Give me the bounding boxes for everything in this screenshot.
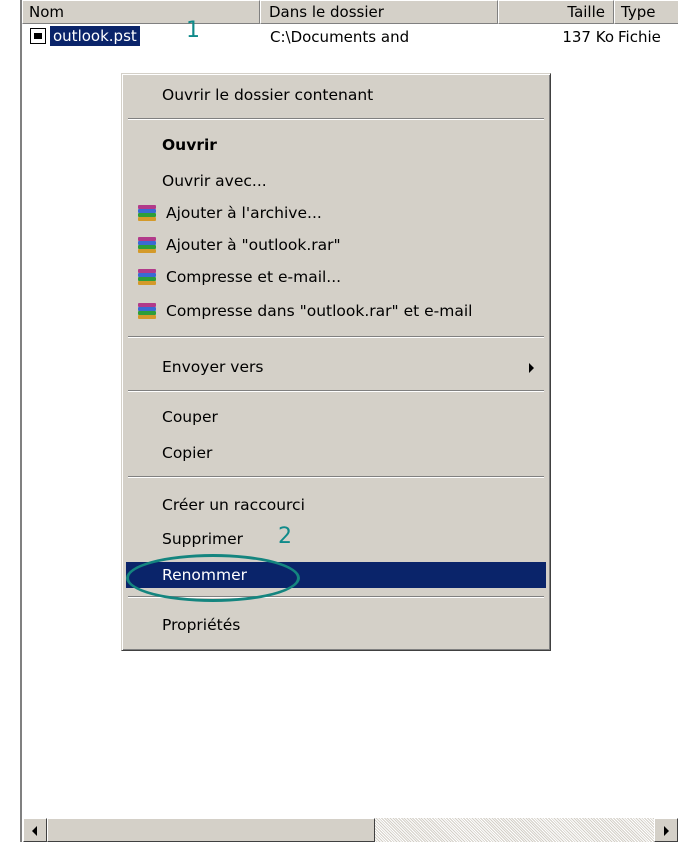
menu-item-copy[interactable]: Copier (126, 440, 546, 466)
scroll-right-button[interactable] (654, 818, 678, 842)
menu-item-label: Supprimer (162, 530, 244, 548)
explorer-window: Nom Dans le dossier Taille Type outlook.… (0, 0, 678, 842)
column-header-name[interactable]: Nom (22, 0, 260, 24)
winrar-icon (138, 205, 156, 221)
menu-item-add-archive[interactable]: Ajouter à l'archive... (126, 200, 546, 226)
scroll-left-icon (32, 826, 37, 836)
scroll-left-button[interactable] (23, 818, 47, 842)
annotation-marker-2: 2 (278, 524, 292, 549)
annotation-ellipse (126, 554, 300, 602)
file-icon (30, 28, 46, 44)
column-header-size[interactable]: Taille (498, 0, 614, 24)
menu-item-label: Propriétés (162, 616, 241, 634)
menu-item-label: Compresse et e-mail... (166, 268, 342, 286)
menu-item-label: Compresse dans "outlook.rar" et e-mail (166, 302, 473, 320)
column-header-folder[interactable]: Dans le dossier (260, 0, 498, 24)
file-name[interactable]: outlook.pst (49, 25, 141, 47)
menu-item-label: Ouvrir le dossier contenant (162, 86, 374, 104)
menu-item-send-to[interactable]: Envoyer vers (126, 354, 546, 380)
submenu-arrow-icon (529, 363, 534, 373)
menu-item-label: Copier (162, 444, 213, 462)
menu-separator (128, 390, 544, 392)
menu-item-open[interactable]: Ouvrir (126, 132, 546, 158)
scroll-right-icon (664, 826, 669, 836)
menu-item-add-rar[interactable]: Ajouter à "outlook.rar" (126, 232, 546, 258)
menu-item-open-folder[interactable]: Ouvrir le dossier contenant (126, 82, 546, 108)
menu-item-properties[interactable]: Propriétés (126, 612, 546, 638)
menu-item-label: Créer un raccourci (162, 496, 305, 514)
menu-item-open-with[interactable]: Ouvrir avec... (126, 168, 546, 194)
menu-item-label: Ouvrir avec... (162, 172, 267, 190)
menu-item-label: Ajouter à "outlook.rar" (166, 236, 341, 254)
annotation-marker-1: 1 (186, 18, 200, 43)
winrar-icon (138, 269, 156, 285)
winrar-icon (138, 303, 156, 319)
menu-separator (128, 118, 544, 120)
file-type: Fichie (618, 28, 661, 46)
column-header-type[interactable]: Type (614, 0, 678, 24)
winrar-icon (138, 237, 156, 253)
menu-item-create-shortcut[interactable]: Créer un raccourci (126, 492, 546, 518)
horizontal-scrollbar[interactable] (23, 818, 678, 842)
file-row[interactable]: outlook.pst C:\Documents and 137 Ko Fich… (22, 25, 678, 48)
menu-item-label: Ouvrir (162, 136, 217, 154)
menu-item-cut[interactable]: Couper (126, 404, 546, 430)
file-folder: C:\Documents and (270, 28, 410, 46)
menu-item-compress-rar-email[interactable]: Compresse dans "outlook.rar" et e-mail (126, 298, 546, 324)
window-border (20, 0, 22, 842)
menu-item-label: Couper (162, 408, 218, 426)
file-size: 137 Ko (562, 28, 614, 46)
menu-item-label: Envoyer vers (162, 358, 264, 376)
menu-separator (128, 336, 544, 338)
menu-item-compress-email[interactable]: Compresse et e-mail... (126, 264, 546, 290)
menu-separator (128, 476, 544, 478)
scrollbar-thumb[interactable] (47, 818, 375, 842)
menu-item-label: Ajouter à l'archive... (166, 204, 322, 222)
menu-item-delete[interactable]: Supprimer (126, 526, 546, 552)
